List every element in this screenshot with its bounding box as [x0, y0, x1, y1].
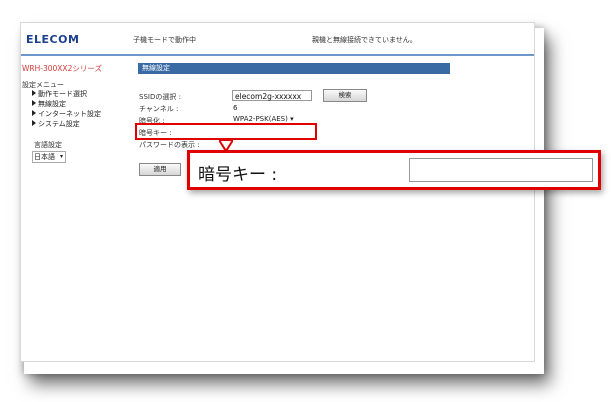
- apply-button[interactable]: 適用: [139, 163, 181, 176]
- language-select[interactable]: 日本語 ▾: [32, 151, 66, 163]
- search-button[interactable]: 検索: [323, 89, 367, 102]
- sidebar-item-label: 動作モード選択: [38, 90, 87, 98]
- zoom-callout: 暗号キー :: [187, 150, 601, 190]
- zoom-key-label: 暗号キー :: [198, 165, 278, 185]
- sidebar-item-label: インターネット設定: [38, 110, 101, 118]
- elecom-logo: ELECOM: [26, 33, 80, 46]
- encryption-key-field[interactable]: [409, 158, 593, 182]
- ssid-field[interactable]: elecom2g-xxxxxx: [232, 90, 312, 101]
- mode-status-text: 子機モードで動作中: [133, 36, 196, 44]
- section-title-bar: 無線設定: [138, 63, 450, 74]
- sidebar-item-internet[interactable]: インターネット設定: [32, 109, 101, 119]
- sidebar-item-label: システム設定: [38, 120, 80, 128]
- sidebar-item-wireless[interactable]: 無線設定: [32, 99, 66, 109]
- sidebar-item-operation-mode[interactable]: 動作モード選択: [32, 89, 87, 99]
- sidebar-item-label: 無線設定: [38, 100, 66, 108]
- triangle-bullet-icon: [32, 120, 36, 126]
- router-settings-window: ELECOM 子機モードで動作中 親機と無線接続できていません。 WRH-300…: [20, 22, 535, 362]
- language-label: 言語設定: [34, 141, 62, 149]
- triangle-bullet-icon: [32, 110, 36, 116]
- encryption-select[interactable]: WPA2-PSK(AES) ▾: [233, 115, 294, 123]
- ssid-label: SSIDの選択 :: [139, 93, 181, 101]
- highlight-box: [135, 123, 317, 140]
- connection-status-text: 親機と無線接続できていません。: [312, 36, 417, 44]
- channel-value: 6: [233, 104, 238, 112]
- top-bar: ELECOM 子機モードで動作中 親機と無線接続できていません。: [21, 23, 534, 56]
- encryption-select-value: WPA2-PSK(AES): [233, 115, 288, 123]
- chevron-down-icon: ▾: [290, 115, 294, 123]
- channel-label: チャンネル :: [139, 105, 179, 113]
- show-password-label: パスワードの表示 :: [139, 141, 200, 149]
- language-select-value: 日本語: [34, 153, 55, 161]
- triangle-bullet-icon: [32, 100, 36, 106]
- chevron-down-icon: ▾: [59, 153, 63, 160]
- product-series-link[interactable]: WRH-300XX2シリーズ: [22, 63, 102, 74]
- sidebar-item-system[interactable]: システム設定: [32, 119, 80, 129]
- triangle-bullet-icon: [32, 90, 36, 96]
